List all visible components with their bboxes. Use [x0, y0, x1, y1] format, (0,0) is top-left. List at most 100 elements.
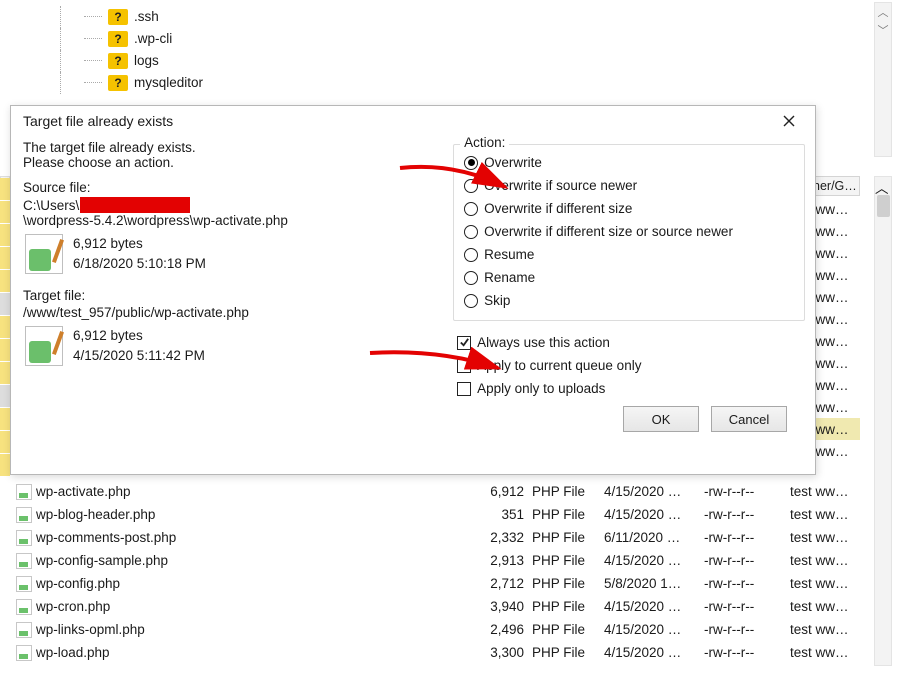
file-name: wp-cron.php: [36, 599, 110, 614]
file-date: 4/15/2020 …: [604, 645, 704, 660]
table-row[interactable]: wp-comments-post.php2,332PHP File6/11/20…: [10, 526, 860, 549]
file-type: PHP File: [532, 553, 604, 568]
checkbox-icon[interactable]: [457, 382, 471, 396]
scroll-up-icon[interactable]: ︿: [875, 3, 891, 21]
radio-icon[interactable]: [464, 179, 478, 193]
radio-option-resume[interactable]: Resume: [464, 243, 794, 266]
radio-label: Rename: [484, 270, 535, 285]
file-size: 2,913: [472, 553, 532, 568]
redacted-username: [80, 197, 190, 213]
radio-icon[interactable]: [464, 294, 478, 308]
file-icon: [25, 234, 63, 274]
php-file-icon: [16, 553, 32, 569]
file-name: wp-comments-post.php: [36, 530, 176, 545]
file-name: wp-blog-header.php: [36, 507, 155, 522]
checkbox-icon[interactable]: [457, 336, 471, 350]
file-name: wp-config-sample.php: [36, 553, 168, 568]
file-name: wp-load.php: [36, 645, 110, 660]
file-size: 6,912: [472, 484, 532, 499]
file-type: PHP File: [532, 507, 604, 522]
file-exists-dialog: Target file already exists The target fi…: [10, 105, 816, 475]
file-type: PHP File: [532, 576, 604, 591]
table-row[interactable]: wp-config-sample.php2,913PHP File4/15/20…: [10, 549, 860, 572]
question-icon: ?: [108, 75, 128, 91]
file-size: 351: [472, 507, 532, 522]
action-group: Action: OverwriteOverwrite if source new…: [453, 144, 805, 321]
target-file-label: Target file:: [23, 288, 453, 303]
php-file-icon: [16, 645, 32, 661]
table-row[interactable]: wp-links-opml.php2,496PHP File4/15/2020 …: [10, 618, 860, 641]
file-permissions: -rw-r--r--: [704, 530, 790, 545]
scroll-up-icon[interactable]: ︿: [875, 177, 891, 197]
file-size: 2,496: [472, 622, 532, 637]
cancel-button[interactable]: Cancel: [711, 406, 787, 432]
radio-icon[interactable]: [464, 248, 478, 262]
left-row-strip: [0, 178, 10, 477]
checkbox-apply-to-current-queue-only[interactable]: Apply to current queue only: [457, 354, 805, 377]
radio-icon[interactable]: [464, 156, 478, 170]
close-button[interactable]: [771, 107, 807, 135]
file-date: 6/11/2020 …: [604, 530, 704, 545]
file-owner: test ww…: [790, 622, 860, 637]
checkbox-apply-only-to-uploads[interactable]: Apply only to uploads: [457, 377, 805, 400]
checkbox-always-use-this-action[interactable]: Always use this action: [457, 331, 805, 354]
file-permissions: -rw-r--r--: [704, 484, 790, 499]
file-permissions: -rw-r--r--: [704, 645, 790, 660]
radio-option-rename[interactable]: Rename: [464, 266, 794, 289]
table-row[interactable]: wp-activate.php6,912PHP File4/15/2020 …-…: [10, 480, 860, 503]
file-icon: [25, 326, 63, 366]
file-owner: test ww…: [790, 530, 860, 545]
tree-scrollbar[interactable]: ︿ ﹀: [874, 2, 892, 157]
source-file-size: 6,912 bytes: [73, 234, 206, 254]
radio-option-overwrite-if-different-size[interactable]: Overwrite if different size: [464, 197, 794, 220]
tree-item[interactable]: ?.ssh: [60, 6, 203, 28]
radio-option-overwrite-if-source-newer[interactable]: Overwrite if source newer: [464, 174, 794, 197]
folder-tree: ?.ssh?.wp-cli?logs?mysqleditor: [60, 6, 203, 94]
radio-label: Overwrite if source newer: [484, 178, 637, 193]
list-scrollbar[interactable]: ︿: [874, 176, 892, 666]
checkbox-icon[interactable]: [457, 359, 471, 373]
file-owner: test ww…: [790, 553, 860, 568]
table-row[interactable]: wp-cron.php3,940PHP File4/15/2020 …-rw-r…: [10, 595, 860, 618]
table-row[interactable]: wp-load.php3,300PHP File4/15/2020 …-rw-r…: [10, 641, 860, 664]
php-file-icon: [16, 507, 32, 523]
scroll-thumb[interactable]: [877, 195, 890, 217]
radio-option-skip[interactable]: Skip: [464, 289, 794, 312]
tree-item-label: logs: [134, 50, 159, 72]
tree-item-label: .ssh: [134, 6, 159, 28]
file-date: 4/15/2020 …: [604, 622, 704, 637]
php-file-icon: [16, 484, 32, 500]
file-type: PHP File: [532, 484, 604, 499]
tree-item[interactable]: ?.wp-cli: [60, 28, 203, 50]
file-type: PHP File: [532, 645, 604, 660]
target-file-date: 4/15/2020 5:11:42 PM: [73, 346, 205, 366]
question-icon: ?: [108, 31, 128, 47]
radio-icon[interactable]: [464, 271, 478, 285]
table-row[interactable]: wp-config.php2,712PHP File5/8/2020 1…-rw…: [10, 572, 860, 595]
php-file-icon: [16, 530, 32, 546]
file-type: PHP File: [532, 530, 604, 545]
tree-item-label: mysqleditor: [134, 72, 203, 94]
file-date: 4/15/2020 …: [604, 507, 704, 522]
radio-label: Overwrite: [484, 155, 542, 170]
tree-item[interactable]: ?logs: [60, 50, 203, 72]
radio-option-overwrite[interactable]: Overwrite: [464, 151, 794, 174]
radio-icon[interactable]: [464, 202, 478, 216]
ok-button[interactable]: OK: [623, 406, 699, 432]
scroll-down-icon[interactable]: ﹀: [875, 21, 891, 39]
file-date: 5/8/2020 1…: [604, 576, 704, 591]
radio-label: Overwrite if different size: [484, 201, 632, 216]
file-owner: test ww…: [790, 507, 860, 522]
radio-icon[interactable]: [464, 225, 478, 239]
file-name: wp-config.php: [36, 576, 120, 591]
radio-option-overwrite-if-different-size-or-source-newer[interactable]: Overwrite if different size or source ne…: [464, 220, 794, 243]
dialog-message-line1: The target file already exists.: [23, 140, 453, 155]
file-size: 2,712: [472, 576, 532, 591]
file-name: wp-activate.php: [36, 484, 131, 499]
file-list[interactable]: wp-activate.php6,912PHP File4/15/2020 …-…: [10, 480, 860, 664]
php-file-icon: [16, 599, 32, 615]
table-row[interactable]: wp-blog-header.php 351PHP File4/15/2020 ……: [10, 503, 860, 526]
checkbox-label: Apply only to uploads: [477, 381, 605, 396]
php-file-icon: [16, 576, 32, 592]
tree-item[interactable]: ? mysqleditor: [60, 72, 203, 94]
